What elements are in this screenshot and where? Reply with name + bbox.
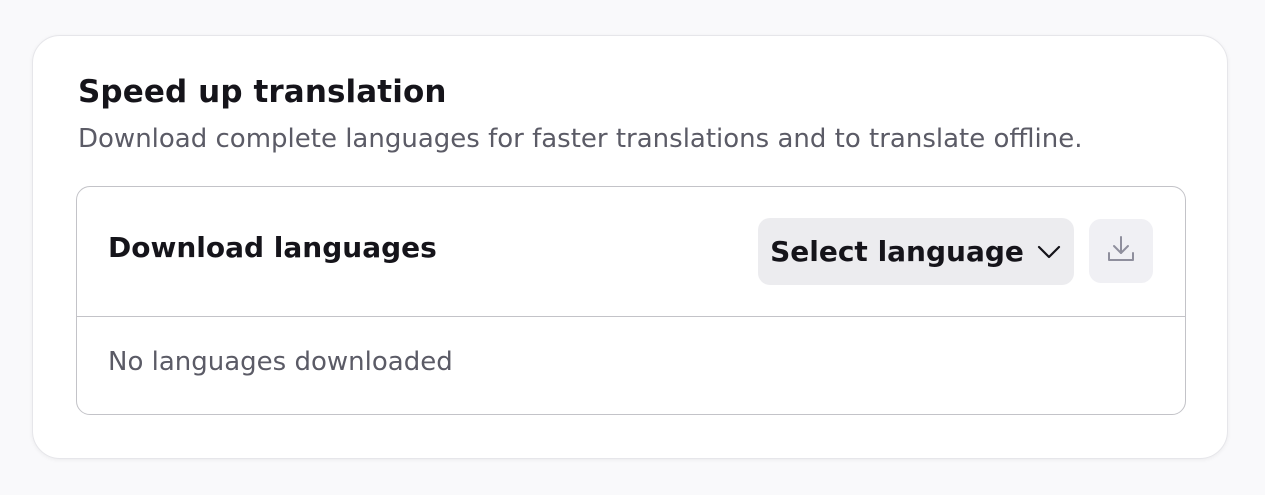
select-language-label: Select language (770, 235, 1024, 268)
download-languages-title: Download languages (108, 231, 437, 264)
download-icon (1106, 234, 1136, 268)
section-title: Speed up translation (78, 74, 447, 110)
chevron-down-icon (1036, 239, 1062, 265)
section-description: Download complete languages for faster t… (78, 124, 1083, 154)
translation-settings-card: Speed up translation Download complete l… (32, 35, 1228, 459)
select-language-dropdown[interactable]: Select language (758, 218, 1074, 285)
download-language-button[interactable] (1089, 219, 1153, 283)
no-languages-message: No languages downloaded (108, 347, 453, 377)
download-languages-box: Download languages Select language No la… (76, 186, 1186, 415)
download-languages-header: Download languages Select language (77, 187, 1185, 317)
